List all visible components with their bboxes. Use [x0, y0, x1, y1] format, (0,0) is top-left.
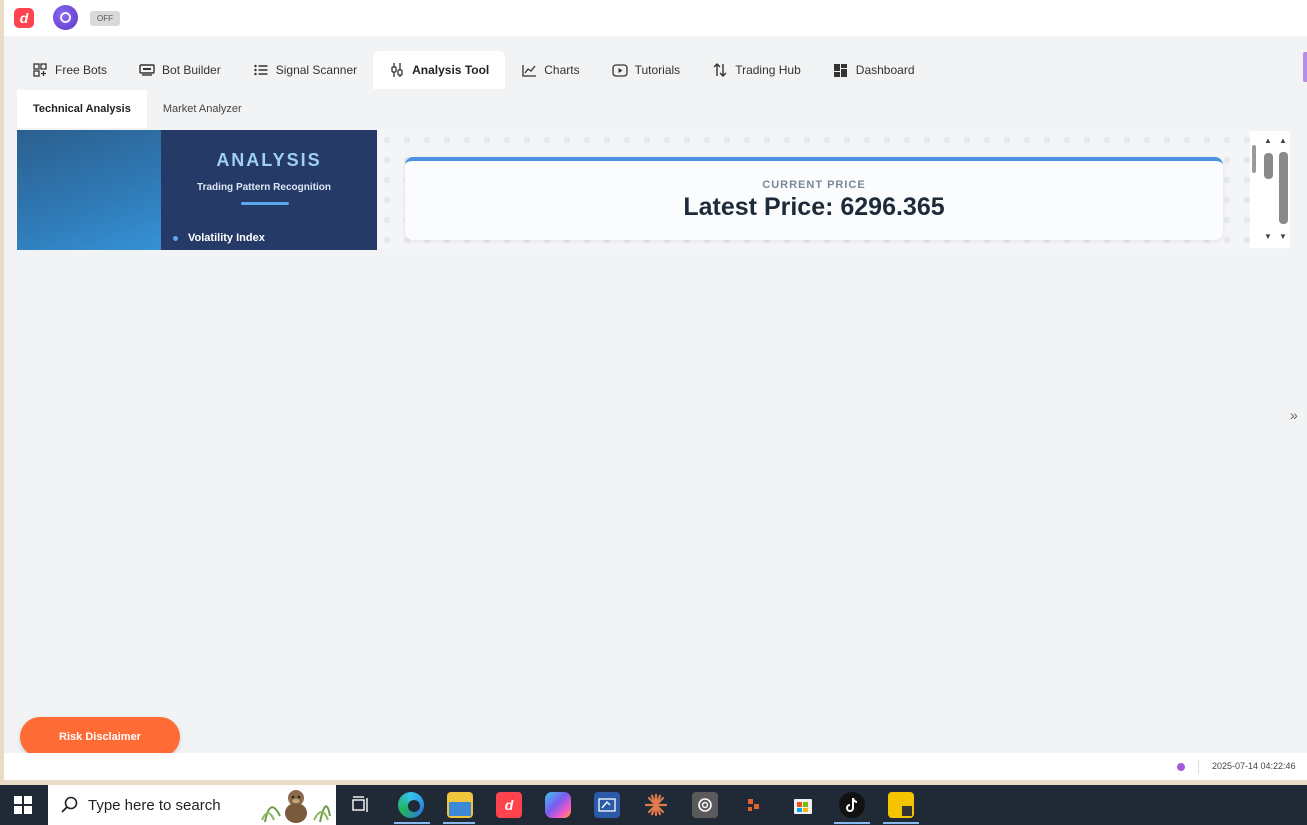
tab-label: Tutorials [634, 63, 681, 77]
tab-analysis-tool[interactable]: Analysis Tool [373, 51, 506, 89]
deriv-app-icon[interactable]: d [496, 792, 522, 818]
connection-status-icon [1177, 763, 1185, 771]
claude-icon[interactable] [643, 792, 669, 818]
banner-list-item: Volatility Index [173, 232, 265, 244]
price-label: CURRENT PRICE [762, 179, 866, 191]
active-app-indicator [883, 822, 919, 824]
tab-trading-hub[interactable]: Trading Hub [696, 51, 817, 89]
off-toggle[interactable]: OFF [90, 11, 120, 26]
banner-item-label: Volatility Index [188, 232, 265, 244]
active-app-indicator [394, 822, 430, 824]
task-view-icon[interactable] [347, 792, 373, 818]
deriv-logo-icon[interactable]: d [14, 8, 34, 28]
latest-price: Latest Price: 6296.365 [683, 193, 945, 221]
list-icon [253, 62, 269, 78]
footer-divider [1198, 760, 1199, 774]
radio-icon[interactable] [53, 5, 78, 30]
scroll-up-icon[interactable]: ▲ [1264, 136, 1272, 145]
tab-label: Bot Builder [162, 63, 221, 77]
tab-label: Signal Scanner [275, 63, 358, 77]
risk-disclaimer-button[interactable]: Risk Disclaimer [20, 717, 180, 757]
tab-free-bots[interactable]: Free Bots [16, 51, 123, 89]
tab-charts[interactable]: Charts [505, 51, 595, 89]
whiteboard-icon[interactable] [594, 792, 620, 818]
sliders-icon [389, 62, 405, 78]
tab-tutorials[interactable]: Tutorials [596, 51, 697, 89]
windows-start-icon[interactable] [14, 796, 32, 814]
store-icon[interactable] [790, 792, 816, 818]
top-bar: d OFF [4, 0, 1307, 36]
status-footer [4, 753, 1307, 780]
subtab-market-analyzer[interactable]: Market Analyzer [147, 90, 258, 128]
chevron-right-icon[interactable]: » [1290, 407, 1298, 423]
tab-label: Analysis Tool [412, 63, 490, 77]
scrollbar-thumb[interactable] [1252, 145, 1256, 173]
scrollbar-thumb[interactable] [1264, 153, 1273, 179]
tab-label: Trading Hub [735, 63, 801, 77]
bot-builder-icon [139, 62, 155, 78]
active-app-indicator [834, 822, 870, 824]
search-icon [61, 796, 78, 813]
side-panel-edge[interactable] [1303, 52, 1307, 82]
main-tab-bar: Free Bots Bot Builder Signal Scanner Ana… [16, 51, 931, 89]
sticky-notes-icon[interactable] [888, 792, 914, 818]
banner-gradient-panel [17, 130, 161, 250]
search-highlight-monkey-icon [261, 790, 331, 823]
sub-tab-bar: Technical Analysis Market Analyzer [17, 90, 258, 128]
scroll-down-icon[interactable]: ▼ [1264, 232, 1272, 241]
grid-plus-icon [32, 62, 48, 78]
scrollbar-thumb[interactable] [1279, 152, 1288, 224]
file-explorer-icon[interactable] [447, 792, 473, 818]
tab-signal-scanner[interactable]: Signal Scanner [237, 51, 373, 89]
tab-bot-builder[interactable]: Bot Builder [123, 51, 237, 89]
office-icon[interactable] [741, 792, 767, 818]
scroll-up-icon[interactable]: ▲ [1279, 136, 1287, 145]
line-chart-icon [521, 62, 537, 78]
logo-letter: d [19, 10, 29, 26]
copilot-icon[interactable] [545, 792, 571, 818]
arrows-updown-icon [712, 62, 728, 78]
banner-subtitle: Trading Pattern Recognition [197, 182, 331, 193]
tab-label: Charts [544, 63, 580, 77]
banner-title: ANALYSIS [216, 150, 322, 170]
active-app-indicator [443, 822, 475, 824]
banner-divider [241, 202, 289, 205]
tab-label: Dashboard [855, 63, 915, 77]
bullet-icon [173, 235, 178, 241]
scroll-down-icon[interactable]: ▼ [1279, 232, 1287, 241]
analysis-banner: ANALYSIS Trading Pattern Recognition Vol… [161, 130, 377, 250]
chatgpt-icon[interactable] [692, 792, 718, 818]
dashboard-icon [833, 62, 849, 78]
edge-icon[interactable] [398, 792, 424, 818]
current-price-card: CURRENT PRICE Latest Price: 6296.365 [405, 157, 1223, 240]
tab-dashboard[interactable]: Dashboard [817, 51, 931, 89]
tab-label: Free Bots [55, 63, 108, 77]
tiktok-icon[interactable] [839, 792, 865, 818]
subtab-technical-analysis[interactable]: Technical Analysis [17, 90, 147, 128]
server-timestamp: 2025-07-14 04:22:46 [1212, 761, 1296, 771]
search-placeholder: Type here to search [88, 796, 221, 814]
play-icon [611, 62, 628, 78]
window-border [0, 0, 4, 785]
